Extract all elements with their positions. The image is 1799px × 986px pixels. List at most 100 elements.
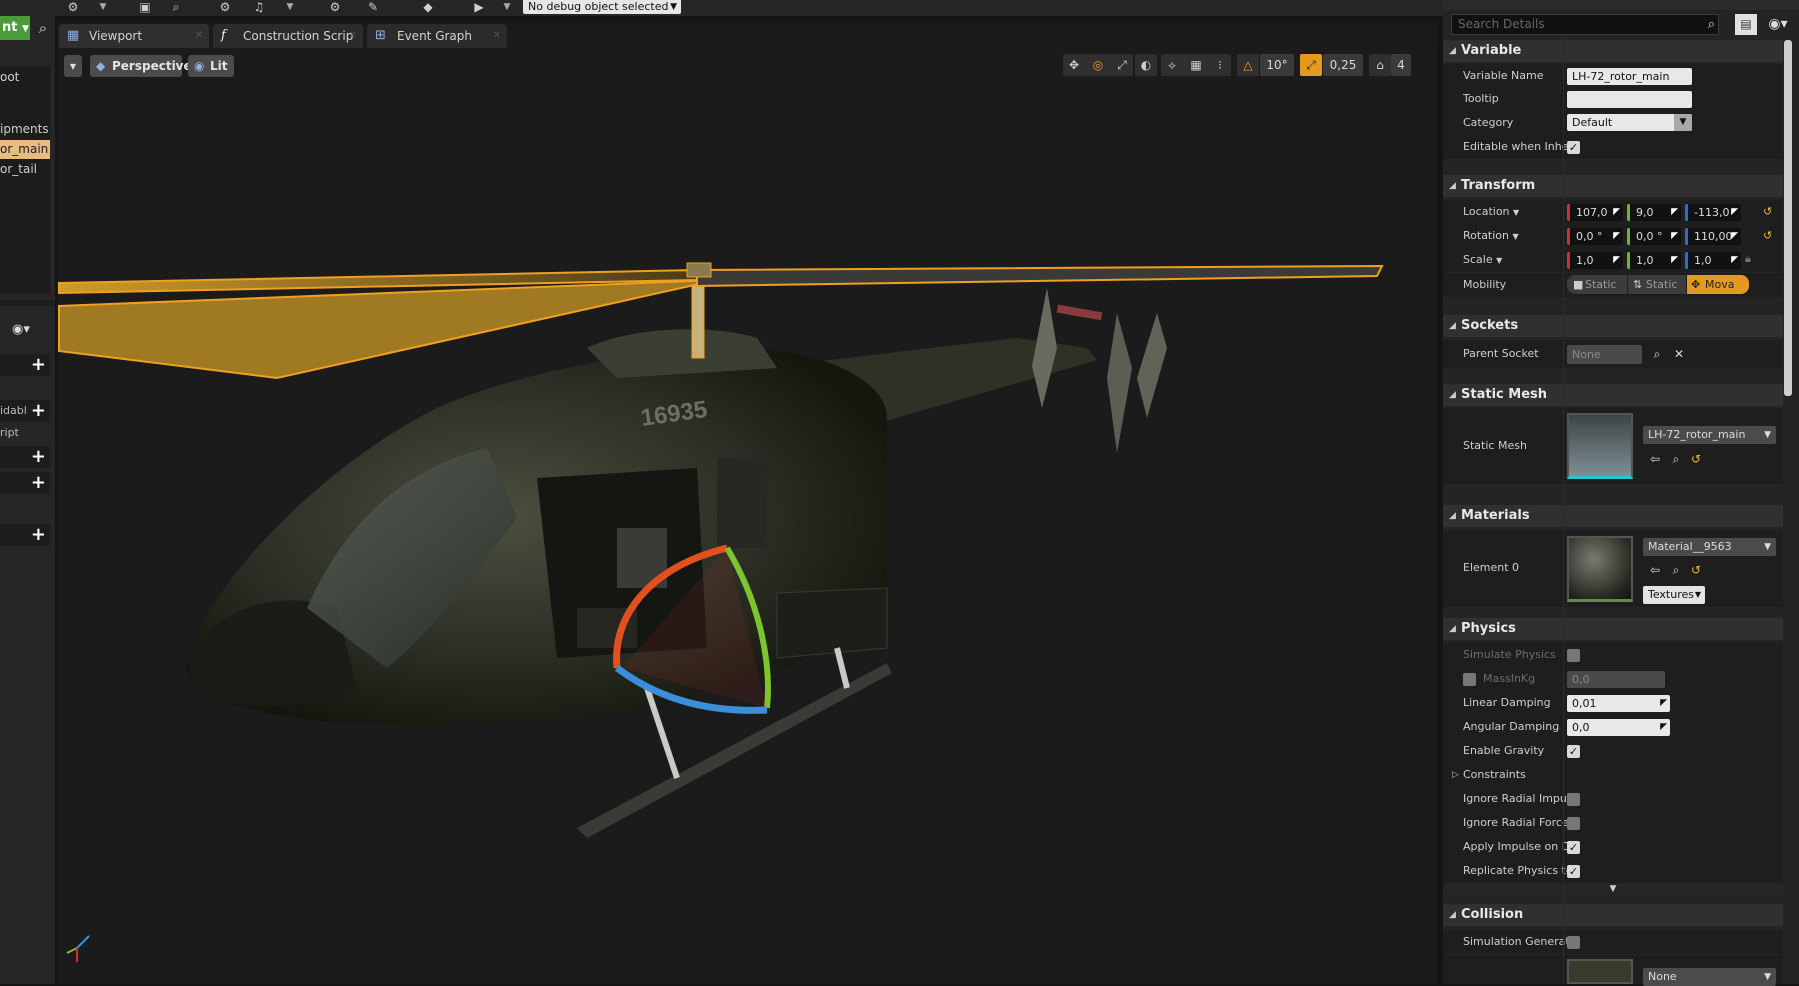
graph-row[interactable]: idabl + bbox=[0, 400, 50, 422]
blueprint-icon[interactable]: ⚙ bbox=[64, 0, 82, 14]
use-selected-icon[interactable]: ⇦ bbox=[1646, 450, 1664, 468]
graph-row[interactable]: + bbox=[0, 524, 50, 546]
save-icon[interactable]: ▣ bbox=[136, 0, 154, 14]
search-input[interactable]: Search Details ⌕ bbox=[1451, 14, 1719, 35]
location-y-field[interactable]: 9,0 ◤ bbox=[1627, 204, 1681, 221]
close-icon[interactable]: ✕ bbox=[493, 24, 501, 48]
section-physics[interactable]: ◢ Physics bbox=[1443, 618, 1783, 640]
mobility-movable-button[interactable]: ✥ Mova bbox=[1687, 275, 1749, 294]
eye-icon[interactable]: ◉▾ bbox=[12, 322, 30, 337]
search-icon[interactable]: ⌕ bbox=[34, 18, 52, 38]
mobility-stationary-button[interactable]: ⇅ Static bbox=[1628, 275, 1686, 294]
tree-item[interactable]: or_tail bbox=[0, 160, 50, 179]
material-thumbnail[interactable] bbox=[1567, 536, 1633, 602]
browse-icon[interactable]: ⌕ bbox=[1667, 450, 1685, 468]
camera-speed-value[interactable]: 4 bbox=[1391, 54, 1411, 76]
add-component-button[interactable]: nt ▼ bbox=[0, 16, 30, 40]
location-z-field[interactable]: -113,0 ◤ bbox=[1685, 204, 1741, 221]
material-select[interactable]: Material__9563 ▼ bbox=[1643, 538, 1776, 556]
section-materials[interactable]: ◢ Materials bbox=[1443, 505, 1783, 527]
helicopter-model[interactable]: 16935 bbox=[57, 48, 1437, 984]
tree-item[interactable]: oot bbox=[0, 68, 50, 87]
textures-button[interactable]: Textures ▼ bbox=[1643, 586, 1705, 604]
chevron-down-icon[interactable]: ▼ bbox=[502, 0, 512, 14]
find-icon[interactable]: ⌕ bbox=[167, 0, 185, 14]
clear-icon[interactable]: ✕ bbox=[1670, 345, 1688, 363]
graph-row[interactable]: + bbox=[0, 354, 50, 376]
rotation-z-field[interactable]: 110,00 ◤ bbox=[1685, 228, 1741, 245]
rotation-snap-icon[interactable]: △ bbox=[1237, 54, 1259, 76]
perspective-button[interactable]: ◆ Perspective bbox=[90, 55, 192, 77]
graph-row[interactable]: ript bbox=[0, 422, 50, 444]
surface-snap-icon[interactable]: ⟡ bbox=[1161, 54, 1183, 76]
class-settings-icon[interactable]: ⚙ bbox=[216, 0, 234, 14]
close-icon[interactable]: ✕ bbox=[349, 24, 357, 48]
graph-row[interactable]: + bbox=[0, 446, 50, 468]
camera-speed-icon[interactable]: ⌂ bbox=[1369, 54, 1391, 76]
search-icon[interactable]: ⌕ bbox=[1648, 345, 1666, 363]
rotation-y-field[interactable]: 0,0 ° ◤ bbox=[1627, 228, 1681, 245]
rotate-icon[interactable]: ◎ bbox=[1087, 54, 1109, 76]
mass-override-checkbox[interactable] bbox=[1463, 673, 1476, 686]
variable-name-field[interactable]: LH-72_rotor_main bbox=[1567, 68, 1692, 85]
apply-impulse-checkbox[interactable]: ✓ bbox=[1567, 841, 1580, 854]
settings-icon[interactable]: ⚙ bbox=[326, 0, 344, 14]
chevron-down-icon[interactable]: ▼ bbox=[285, 0, 295, 14]
debug-object-select[interactable]: No debug object selected ▼ bbox=[523, 0, 681, 14]
tree-item-selected[interactable]: or_main bbox=[0, 140, 50, 159]
collision-select[interactable]: None ▼ bbox=[1643, 968, 1776, 986]
scale-y-field[interactable]: 1,0 ◤ bbox=[1627, 252, 1681, 269]
add-icon[interactable]: + bbox=[31, 446, 46, 468]
section-collision[interactable]: ◢ Collision bbox=[1443, 904, 1783, 926]
viewport-options-button[interactable]: ▾ bbox=[64, 55, 82, 77]
scale-x-field[interactable]: 1,0 ◤ bbox=[1567, 252, 1623, 269]
scale-icon[interactable]: ⤢ bbox=[1111, 54, 1133, 76]
editable-checkbox[interactable]: ✓ bbox=[1567, 141, 1580, 154]
add-icon[interactable]: + bbox=[31, 524, 46, 546]
parent-socket-field[interactable]: None bbox=[1567, 345, 1642, 364]
eye-icon[interactable]: ◉▾ bbox=[1765, 14, 1791, 35]
play-icon[interactable]: ▶ bbox=[470, 0, 488, 14]
mobility-static-button[interactable]: ■ Static bbox=[1567, 275, 1627, 294]
static-mesh-select[interactable]: LH-72_rotor_main ▼ bbox=[1643, 426, 1776, 444]
chevron-down-icon[interactable]: ▼ bbox=[98, 0, 108, 14]
ignore-radial-force-checkbox[interactable] bbox=[1567, 817, 1580, 830]
tooltip-field[interactable] bbox=[1567, 91, 1692, 108]
scale-snap-value[interactable]: 0,25 bbox=[1323, 54, 1363, 76]
replicate-physics-checkbox[interactable]: ✓ bbox=[1567, 865, 1580, 878]
add-icon[interactable]: + bbox=[31, 472, 46, 494]
simulation-generates-hit-checkbox[interactable] bbox=[1567, 936, 1580, 949]
translate-icon[interactable]: ✥ bbox=[1063, 54, 1085, 76]
defaults-icon[interactable]: ✎ bbox=[364, 0, 382, 14]
scale-z-field[interactable]: 1,0 ◤ bbox=[1685, 252, 1741, 269]
property-matrix-icon[interactable]: ▤ bbox=[1735, 14, 1757, 35]
scale-snap-icon[interactable]: ⤢ bbox=[1300, 54, 1322, 76]
section-variable[interactable]: ◢ Variable bbox=[1443, 40, 1783, 62]
music-note-icon[interactable]: ♫ bbox=[250, 0, 268, 14]
world-local-icon[interactable]: ◐ bbox=[1135, 54, 1157, 76]
graph-row[interactable]: + bbox=[0, 472, 50, 494]
grid-size-icon[interactable]: ⁝ bbox=[1209, 54, 1231, 76]
tab-viewport[interactable]: ▦ Viewport ✕ bbox=[59, 24, 209, 48]
location-x-field[interactable]: 107,0 ◤ bbox=[1567, 204, 1623, 221]
linear-damping-field[interactable]: 0,01 ◤ bbox=[1567, 695, 1670, 712]
lock-icon[interactable]: 🔒︎ bbox=[1745, 252, 1751, 266]
scrollbar[interactable] bbox=[1784, 40, 1792, 396]
ignore-radial-impulse-checkbox[interactable] bbox=[1567, 793, 1580, 806]
property-row[interactable]: ▷ Constraints bbox=[1443, 763, 1783, 787]
section-static-mesh[interactable]: ◢ Static Mesh bbox=[1443, 384, 1783, 406]
close-icon[interactable]: ✕ bbox=[195, 24, 203, 48]
browse-icon[interactable]: ⌕ bbox=[1667, 561, 1685, 579]
tree-item[interactable]: ipments bbox=[0, 120, 50, 139]
simulate-physics-checkbox[interactable] bbox=[1567, 649, 1580, 662]
reset-arrow-icon[interactable]: ↺ bbox=[1763, 229, 1772, 242]
grid-snap-icon[interactable]: ▦ bbox=[1185, 54, 1207, 76]
add-icon[interactable]: + bbox=[31, 400, 46, 422]
add-icon[interactable]: + bbox=[31, 354, 46, 376]
enable-gravity-checkbox[interactable]: ✓ bbox=[1567, 745, 1580, 758]
rotation-x-field[interactable]: 0,0 ° ◤ bbox=[1567, 228, 1623, 245]
use-selected-icon[interactable]: ⇦ bbox=[1646, 561, 1664, 579]
reset-arrow-icon[interactable]: ↺ bbox=[1763, 205, 1772, 218]
lit-button[interactable]: ◉ Lit bbox=[188, 55, 234, 77]
simulate-icon[interactable]: ◆ bbox=[419, 0, 437, 14]
